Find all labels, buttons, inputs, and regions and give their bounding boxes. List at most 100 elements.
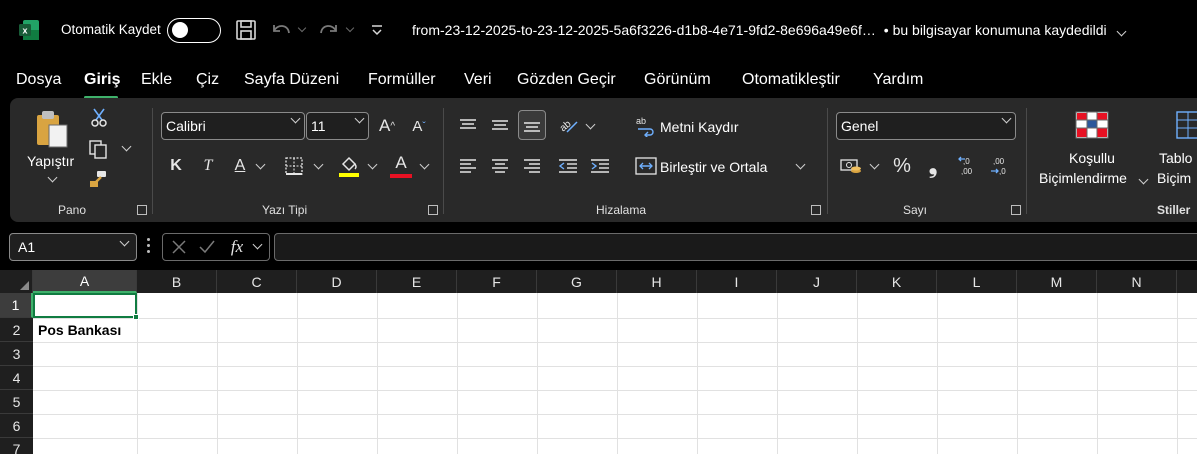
row-header-2[interactable]: 2 bbox=[0, 318, 33, 342]
fill-handle[interactable] bbox=[133, 314, 139, 320]
redo-icon[interactable] bbox=[316, 18, 342, 42]
accounting-chevron-down-icon[interactable] bbox=[868, 159, 880, 172]
font-color-button[interactable]: A bbox=[388, 152, 414, 180]
decrease-indent-icon[interactable] bbox=[556, 153, 580, 179]
tab-sayfa-duzeni[interactable]: Sayfa Düzeni bbox=[244, 71, 339, 89]
underline-chevron-down-icon[interactable] bbox=[254, 159, 266, 172]
redo-dropdown-chevron-icon[interactable] bbox=[344, 18, 356, 42]
column-header-n[interactable]: N bbox=[1097, 270, 1177, 293]
column-header-m[interactable]: M bbox=[1017, 270, 1097, 293]
bold-button[interactable]: K bbox=[166, 153, 186, 179]
number-format-select[interactable]: Genel bbox=[836, 112, 1016, 140]
tab-gorunum[interactable]: Görünüm bbox=[644, 71, 711, 89]
align-right-icon[interactable] bbox=[520, 153, 544, 179]
decrease-font-size-icon[interactable]: Aˇ bbox=[406, 112, 432, 140]
format-as-table-label-2[interactable]: Biçim bbox=[1157, 170, 1191, 186]
column-header-c[interactable]: C bbox=[217, 270, 297, 293]
column-header-g[interactable]: G bbox=[537, 270, 617, 293]
align-bottom-icon[interactable] bbox=[518, 110, 546, 140]
column-header-h[interactable]: H bbox=[617, 270, 697, 293]
orientation-icon[interactable]: ab bbox=[556, 112, 580, 138]
select-all-button[interactable] bbox=[0, 270, 33, 293]
row-header-5[interactable]: 5 bbox=[0, 390, 33, 414]
row-header-4[interactable]: 4 bbox=[0, 366, 33, 390]
cell-a2[interactable]: Pos Bankası bbox=[38, 322, 121, 338]
row-header-7[interactable]: 7 bbox=[0, 438, 33, 454]
copy-icon[interactable] bbox=[86, 138, 110, 160]
cancel-icon[interactable] bbox=[169, 237, 189, 257]
name-box[interactable]: A1 bbox=[9, 233, 137, 261]
tab-formuller[interactable]: Formüller bbox=[368, 71, 436, 89]
align-top-icon[interactable] bbox=[456, 112, 480, 138]
align-center-icon[interactable] bbox=[488, 153, 512, 179]
fill-color-icon[interactable] bbox=[336, 152, 362, 180]
autosave-toggle[interactable] bbox=[167, 18, 221, 43]
font-name-select[interactable]: Calibri bbox=[161, 112, 305, 140]
row-header-6[interactable]: 6 bbox=[0, 414, 33, 438]
row-header-3[interactable]: 3 bbox=[0, 342, 33, 366]
column-header-l[interactable]: L bbox=[937, 270, 1017, 293]
format-as-table-icon[interactable] bbox=[1176, 110, 1197, 140]
tab-veri[interactable]: Veri bbox=[464, 71, 492, 89]
formula-bar-grip-icon[interactable] bbox=[147, 238, 150, 254]
decrease-decimal-icon[interactable]: ,00,0 bbox=[988, 152, 1014, 180]
active-cell-a1[interactable] bbox=[33, 293, 137, 318]
pano-dialog-launcher-icon[interactable] bbox=[137, 205, 147, 215]
cut-icon[interactable] bbox=[88, 106, 110, 128]
conditional-formatting-label-1[interactable]: Koşullu bbox=[1069, 150, 1115, 166]
orientation-chevron-down-icon[interactable] bbox=[584, 119, 596, 132]
number-dialog-launcher-icon[interactable] bbox=[1011, 205, 1021, 215]
document-title[interactable]: from-23-12-2025-to-23-12-2025-5a6f3226-d… bbox=[412, 22, 1127, 38]
column-header-d[interactable]: D bbox=[297, 270, 377, 293]
insert-function-button[interactable]: fx bbox=[227, 236, 247, 258]
font-color-chevron-down-icon[interactable] bbox=[418, 159, 430, 172]
conditional-formatting-icon[interactable] bbox=[1074, 110, 1110, 140]
alignment-dialog-launcher-icon[interactable] bbox=[811, 205, 821, 215]
column-header-k[interactable]: K bbox=[857, 270, 937, 293]
column-header-a[interactable]: A bbox=[33, 270, 137, 293]
merge-center-icon[interactable] bbox=[634, 154, 658, 178]
tab-dosya[interactable]: Dosya bbox=[16, 71, 61, 89]
function-chevron-down-icon[interactable] bbox=[251, 239, 263, 253]
accounting-format-icon[interactable] bbox=[838, 154, 864, 178]
tab-gozden-gecir[interactable]: Gözden Geçir bbox=[517, 71, 616, 89]
font-dialog-launcher-icon[interactable] bbox=[428, 205, 438, 215]
enter-check-icon[interactable] bbox=[197, 237, 217, 257]
comma-style-button[interactable]: ❟ bbox=[922, 152, 944, 180]
customize-qat-icon[interactable] bbox=[368, 18, 386, 42]
tab-ekle[interactable]: Ekle bbox=[141, 71, 172, 89]
align-middle-icon[interactable] bbox=[488, 112, 512, 138]
paste-chevron-down-icon[interactable] bbox=[46, 172, 58, 184]
undo-icon[interactable] bbox=[268, 18, 294, 42]
underline-button[interactable]: A bbox=[230, 153, 250, 179]
format-as-table-label-1[interactable]: Tablo bbox=[1159, 150, 1192, 166]
column-header-partial[interactable] bbox=[1177, 270, 1197, 293]
percent-style-button[interactable]: % bbox=[890, 152, 914, 180]
paste-icon[interactable] bbox=[32, 108, 72, 152]
borders-chevron-down-icon[interactable] bbox=[312, 159, 324, 172]
conditional-formatting-label-2[interactable]: Biçimlendirme bbox=[1039, 170, 1127, 186]
tab-giris[interactable]: Giriş bbox=[84, 71, 120, 89]
column-header-i[interactable]: I bbox=[697, 270, 777, 293]
tab-yardim[interactable]: Yardım bbox=[873, 71, 923, 89]
tab-otomatiklestir[interactable]: Otomatikleştir bbox=[742, 71, 840, 89]
column-header-b[interactable]: B bbox=[137, 270, 217, 293]
increase-font-size-icon[interactable]: A ^ bbox=[374, 112, 400, 140]
increase-indent-icon[interactable] bbox=[588, 153, 612, 179]
undo-dropdown-chevron-icon[interactable] bbox=[296, 18, 308, 42]
fill-color-chevron-down-icon[interactable] bbox=[366, 159, 378, 172]
increase-decimal-icon[interactable]: ,0,00 bbox=[956, 152, 982, 180]
tab-ciz[interactable]: Çiz bbox=[196, 71, 219, 89]
format-painter-icon[interactable] bbox=[86, 168, 110, 190]
column-header-j[interactable]: J bbox=[777, 270, 857, 293]
conditional-formatting-chevron-down-icon[interactable] bbox=[1138, 174, 1148, 186]
merge-chevron-down-icon[interactable] bbox=[794, 159, 806, 172]
borders-icon[interactable] bbox=[282, 153, 306, 179]
row-header-1[interactable]: 1 bbox=[0, 293, 33, 318]
align-left-icon[interactable] bbox=[456, 153, 480, 179]
formula-input[interactable] bbox=[274, 233, 1197, 261]
column-header-f[interactable]: F bbox=[457, 270, 537, 293]
merge-center-button[interactable]: Birleştir ve Ortala bbox=[660, 159, 767, 175]
wrap-text-button[interactable]: Metni Kaydır bbox=[660, 119, 739, 135]
copy-chevron-down-icon[interactable] bbox=[120, 141, 132, 154]
